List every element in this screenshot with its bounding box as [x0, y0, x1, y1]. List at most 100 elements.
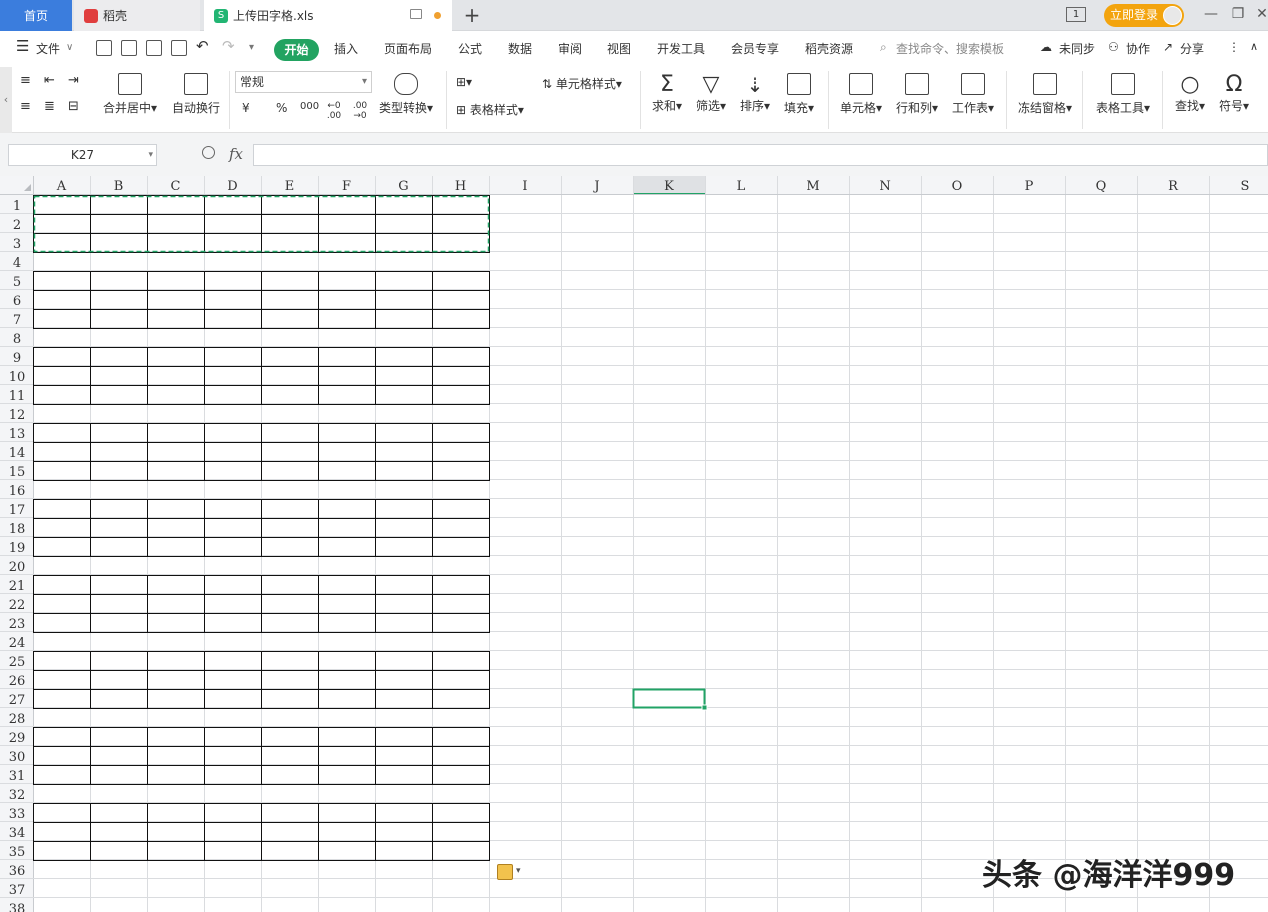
border-button[interactable]: ⊞▾	[456, 75, 472, 89]
collab-button[interactable]: 协作	[1126, 40, 1150, 57]
find-button[interactable]: ○ 查找▾	[1170, 73, 1210, 114]
close-button[interactable]: ✕	[1252, 6, 1268, 24]
column-header[interactable]: A	[56, 179, 67, 194]
zoom-icon[interactable]	[202, 146, 215, 159]
number-format-select[interactable]: 常规	[235, 71, 372, 93]
table-tools-button[interactable]: 表格工具▾	[1092, 73, 1154, 116]
restore-button[interactable]: ❐	[1228, 6, 1248, 24]
row-header[interactable]: 12	[9, 408, 26, 423]
column-header[interactable]: L	[737, 179, 746, 194]
spreadsheet-grid[interactable]: A B C D E F G H I J K L M N O P Q R S 1 2 3 4 5 6 7 8 9 10 11 12 13 14 15…	[0, 176, 1268, 912]
symbol-button[interactable]: Ω 符号▾	[1214, 73, 1254, 114]
row-header[interactable]: 11	[9, 389, 26, 404]
row-header[interactable]: 5	[13, 275, 21, 290]
search-command-input[interactable]: 查找命令、搜索模板	[896, 40, 1004, 57]
row-header[interactable]: 25	[9, 655, 26, 670]
row-header[interactable]: 29	[9, 731, 26, 746]
row-header[interactable]: 7	[13, 313, 21, 328]
row-header[interactable]: 33	[9, 807, 26, 822]
decimal-increase-button[interactable]: ←0 .00	[324, 101, 344, 121]
row-header[interactable]: 20	[9, 560, 26, 575]
indent-decrease-icon[interactable]: ⇤	[44, 73, 55, 88]
row-header[interactable]: 16	[9, 484, 26, 499]
print-icon[interactable]	[146, 40, 162, 56]
worksheet-button[interactable]: 工作表▾	[948, 73, 998, 116]
row-header[interactable]: 23	[9, 617, 26, 632]
menu-member[interactable]: 会员专享	[731, 40, 779, 57]
column-header[interactable]: E	[285, 179, 295, 194]
column-header[interactable]: G	[398, 179, 408, 194]
row-col-button[interactable]: 行和列▾	[892, 73, 942, 116]
percent-button[interactable]: %	[276, 101, 287, 115]
hamburger-icon[interactable]: ☰	[16, 37, 29, 55]
fill-handle[interactable]	[701, 704, 708, 711]
print-preview-icon[interactable]	[171, 40, 187, 56]
fx-icon[interactable]: fx	[229, 145, 243, 163]
column-header[interactable]: D	[227, 179, 237, 194]
fill-button[interactable]: 填充▾	[780, 73, 818, 116]
share-button[interactable]: 分享	[1180, 40, 1204, 57]
monitor-icon[interactable]	[410, 9, 422, 19]
row-header[interactable]: 32	[9, 788, 26, 803]
column-header[interactable]: R	[1168, 179, 1179, 194]
row-header[interactable]: 6	[13, 294, 21, 309]
collapse-ribbon-icon[interactable]: ∧	[1250, 40, 1258, 53]
merge-center-button[interactable]: 合并居中▾	[100, 73, 160, 116]
column-header[interactable]: H	[455, 179, 466, 194]
filter-button[interactable]: ▽ 筛选▾	[692, 73, 730, 114]
row-header[interactable]: 15	[9, 465, 26, 480]
currency-button[interactable]: ¥	[242, 101, 250, 115]
paste-options-dropdown-icon[interactable]: ▾	[516, 866, 521, 876]
row-header[interactable]: 13	[9, 427, 26, 442]
unsync-button[interactable]: 未同步	[1059, 40, 1095, 57]
column-header[interactable]: N	[879, 179, 890, 194]
column-header[interactable]: C	[171, 179, 181, 194]
row-header[interactable]: 31	[9, 769, 26, 784]
menu-daoke-resources[interactable]: 稻壳资源	[805, 40, 853, 57]
align-left-icon[interactable]: ≡	[20, 99, 31, 114]
row-header[interactable]: 30	[9, 750, 26, 765]
menu-start[interactable]: 开始	[274, 39, 319, 61]
row-header[interactable]: 22	[9, 598, 26, 613]
menu-file[interactable]: 文件	[36, 40, 60, 57]
quick-access-dropdown-icon[interactable]: ▾	[249, 42, 254, 53]
column-header[interactable]: Q	[1096, 179, 1107, 194]
column-header[interactable]: P	[1025, 179, 1034, 194]
row-header[interactable]: 14	[9, 446, 26, 461]
paste-options-icon[interactable]	[497, 864, 513, 880]
redo-icon[interactable]: ↷	[222, 37, 235, 55]
save-icon[interactable]	[96, 40, 112, 56]
freeze-panes-button[interactable]: 冻结窗格▾	[1014, 73, 1076, 116]
type-convert-button[interactable]: 类型转换▾	[376, 73, 436, 116]
row-header[interactable]: 4	[13, 256, 21, 271]
row-header[interactable]: 3	[13, 237, 21, 252]
menu-formula[interactable]: 公式	[458, 40, 482, 57]
menu-developer[interactable]: 开发工具	[657, 40, 705, 57]
row-header[interactable]: 8	[13, 332, 21, 347]
tab-home[interactable]: 首页	[0, 0, 72, 31]
sum-button[interactable]: Σ 求和▾	[648, 73, 686, 114]
column-header[interactable]: O	[952, 179, 963, 194]
column-header[interactable]: B	[114, 179, 124, 194]
column-header[interactable]: J	[592, 179, 599, 194]
chevron-down-icon[interactable]: ∨	[66, 42, 73, 53]
name-box[interactable]: K27	[8, 144, 157, 166]
page-indicator-icon[interactable]: 1	[1066, 7, 1086, 22]
tab-current-file[interactable]: S 上传田字格.xls	[204, 0, 452, 31]
ribbon-scroll-left-icon[interactable]: ‹	[0, 67, 12, 133]
row-header[interactable]: 1	[13, 199, 21, 214]
row-header[interactable]: 28	[9, 712, 26, 727]
sort-button[interactable]: ⇣ 排序▾	[736, 73, 774, 114]
column-header[interactable]: S	[1241, 179, 1250, 194]
row-header[interactable]: 38	[9, 902, 26, 912]
row-header[interactable]: 2	[13, 218, 21, 233]
export-pdf-icon[interactable]	[121, 40, 137, 56]
indent-increase-icon[interactable]: ⇥	[68, 73, 79, 88]
row-header[interactable]: 26	[9, 674, 26, 689]
undo-icon[interactable]: ↶	[196, 37, 209, 55]
column-header[interactable]: I	[522, 179, 527, 194]
distributed-align-icon[interactable]: ⊟	[68, 99, 79, 114]
row-header[interactable]: 21	[9, 579, 26, 594]
align-center-icon[interactable]: ≣	[44, 99, 55, 114]
menu-insert[interactable]: 插入	[334, 40, 358, 57]
